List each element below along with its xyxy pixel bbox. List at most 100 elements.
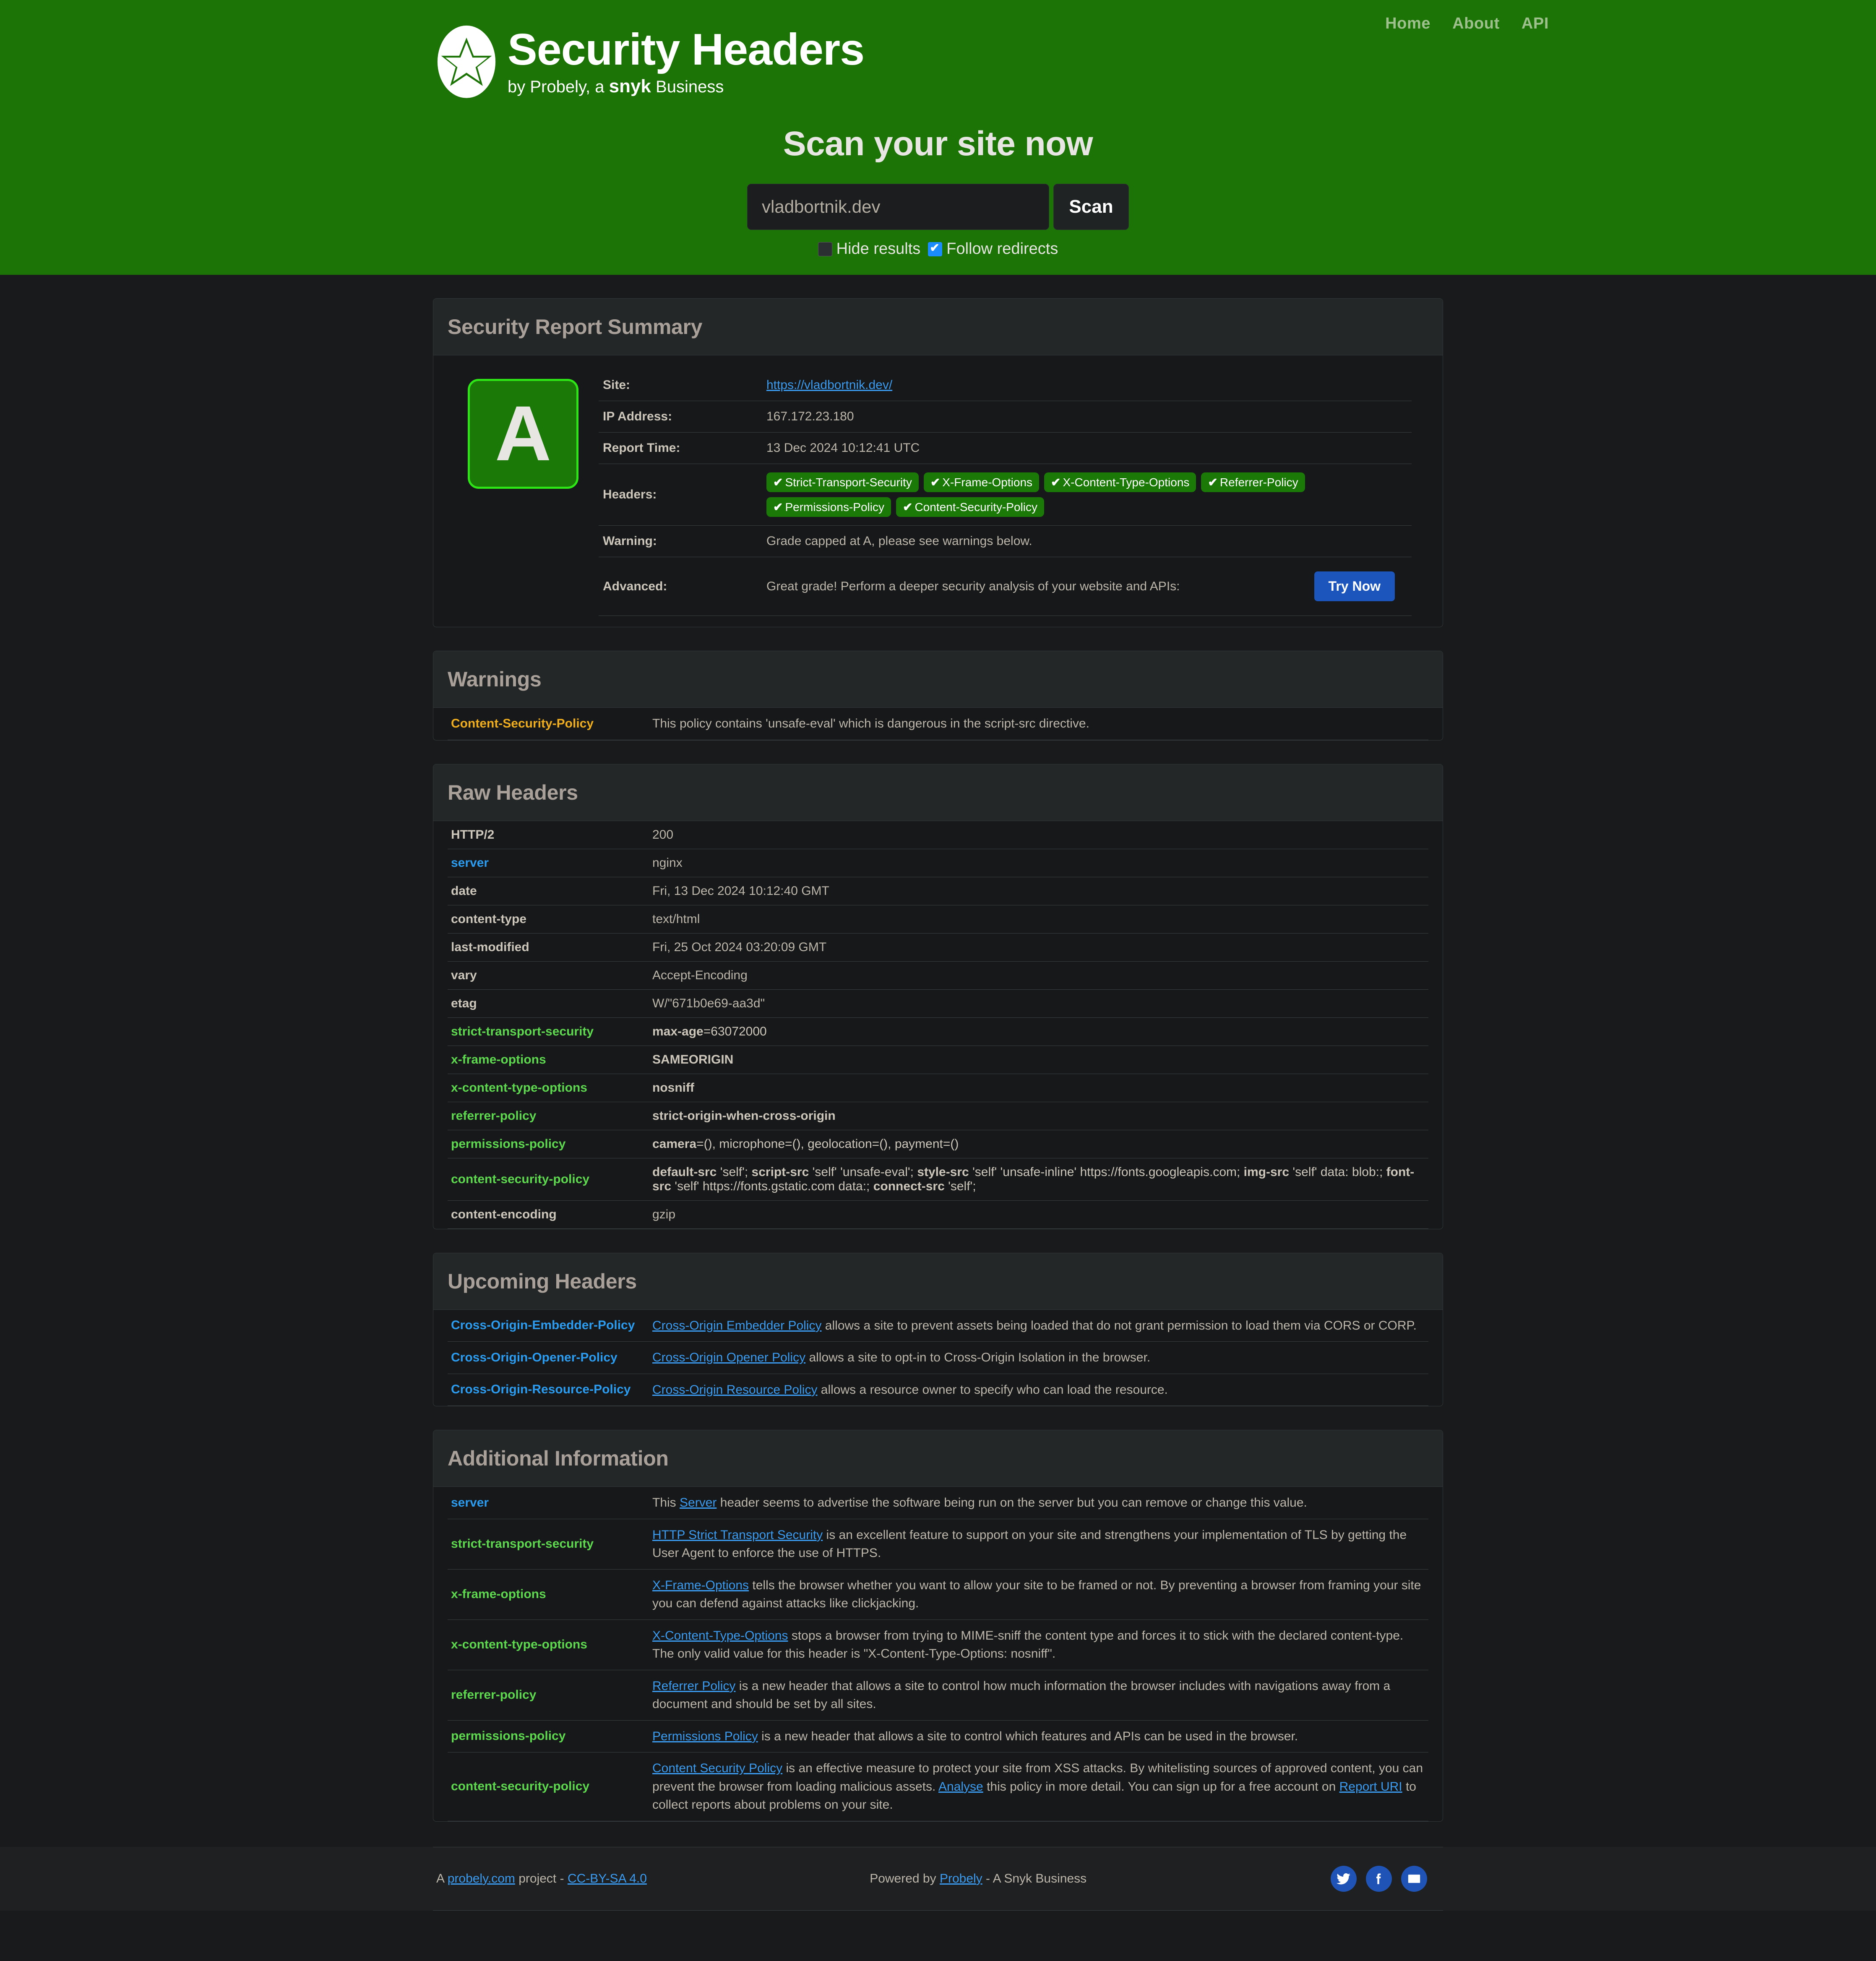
info-description: This Server header seems to advertise th… (652, 1496, 1307, 1510)
raw-header-name: vary (451, 968, 477, 982)
footer-left-mid: project - (515, 1871, 568, 1885)
footer-center-post: - A Snyk Business (982, 1871, 1087, 1885)
value-headers: ✔ Strict-Transport-Security ✔ X-Frame-Optio… (762, 464, 1412, 526)
url-input[interactable] (747, 184, 1049, 230)
info-link[interactable]: HTTP Strict Transport Security (652, 1528, 823, 1542)
upcoming-headers-panel: Upcoming Headers Cross-Origin-Embedder-P… (433, 1252, 1443, 1406)
nav-link-home[interactable]: Home (1385, 15, 1430, 33)
summary-row-ip: IP Address: 167.172.23.180 (599, 401, 1412, 433)
facebook-icon[interactable] (1366, 1865, 1392, 1892)
hide-results-label: Hide results (836, 240, 921, 258)
warnings-panel-header: Warnings (433, 651, 1443, 708)
header-pill: ✔ X-Frame-Options (923, 472, 1040, 492)
nav-link-api[interactable]: API (1522, 15, 1549, 33)
footer-left-pre: A (436, 1871, 448, 1885)
check-icon: ✔ (930, 476, 941, 489)
upcoming-headers-panel-header: Upcoming Headers (433, 1253, 1443, 1310)
follow-redirects-option[interactable]: Follow redirects (928, 240, 1058, 258)
table-row: Cross-Origin-Resource-Policy Cross-Origin… (448, 1374, 1428, 1406)
logo-subtitle: by Probely, a snyk Business (508, 76, 864, 97)
scan-form: Scan (0, 184, 1876, 230)
info-link[interactable]: X-Frame-Options (652, 1578, 749, 1592)
site-url-link[interactable]: https://vladbortnik.dev/ (766, 378, 892, 392)
info-link[interactable]: X-Content-Type-Options (652, 1629, 788, 1643)
try-now-button[interactable]: Try Now (1314, 571, 1395, 601)
check-icon: ✔ (773, 501, 783, 514)
upcoming-header-link[interactable]: Cross-Origin Resource Policy (652, 1383, 817, 1397)
upcoming-header-name: Cross-Origin-Resource-Policy (451, 1382, 631, 1397)
check-icon: ✔ (773, 476, 783, 489)
header-pill: ✔ Referrer-Policy (1201, 472, 1305, 492)
scan-button[interactable]: Scan (1053, 184, 1129, 230)
advanced-text: Great grade! Perform a deeper security a… (766, 579, 1180, 593)
value-advanced: Great grade! Perform a deeper security a… (762, 557, 1412, 616)
raw-header-name: x-content-type-options (451, 1080, 587, 1095)
raw-header-name[interactable]: server (448, 849, 649, 877)
raw-header-value: Fri, 13 Dec 2024 10:12:40 GMT (652, 884, 829, 898)
report-uri-link[interactable]: Report URI (1339, 1780, 1402, 1794)
upcoming-header-description: Cross-Origin Embedder Policy allows a si… (652, 1318, 1417, 1333)
additional-information-panel: Additional Information server This Server… (433, 1430, 1443, 1822)
nav-link-about[interactable]: About (1452, 15, 1500, 33)
license-link[interactable]: CC-BY-SA 4.0 (568, 1872, 647, 1885)
follow-redirects-checkbox[interactable] (928, 241, 943, 256)
upcoming-header-name: Cross-Origin-Opener-Policy (451, 1350, 618, 1364)
table-row: referrer-policy Referrer Policy is a new … (448, 1670, 1428, 1720)
table-row: content-security-policy Content Security … (448, 1752, 1428, 1821)
footer-left: A probely.com project - CC-BY-SA 4.0 (436, 1872, 777, 1886)
summary-row-site: Site: https://vladbortnik.dev/ (599, 370, 1412, 401)
info-link[interactable]: Content Security Policy (652, 1761, 782, 1775)
upcoming-headers-panel-title: Upcoming Headers (448, 1269, 637, 1293)
twitter-icon[interactable] (1331, 1865, 1357, 1892)
table-row: etag W/"671b0e69-aa3d" (448, 989, 1428, 1017)
info-header-name: strict-transport-security (451, 1537, 594, 1551)
warnings-panel: Warnings Content-Security-Policy This pol… (433, 651, 1443, 741)
header-pill: ✔ Content-Security-Policy (896, 497, 1044, 517)
footer-center: Powered by Probely - A Snyk Business (777, 1872, 1179, 1886)
analyse-link[interactable]: Analyse (938, 1780, 983, 1794)
label-ip-address: IP Address: (603, 409, 672, 423)
info-link[interactable]: Permissions Policy (652, 1729, 758, 1743)
summary-panel-body: A Site: https://vladbortnik.dev/ IP Addr… (433, 355, 1443, 627)
header-pill: ✔ X-Content-Type-Options (1044, 472, 1196, 492)
mail-icon[interactable] (1401, 1865, 1427, 1892)
page-title: Scan your site now (783, 125, 1093, 163)
table-row: permissions-policy camera=(), microphone=… (448, 1130, 1428, 1158)
hide-results-checkbox[interactable] (818, 242, 832, 256)
raw-header-name: etag (451, 996, 477, 1010)
check-icon: ✔ (1051, 476, 1061, 489)
table-row: x-content-type-options nosniff (448, 1074, 1428, 1102)
info-description: Referrer Policy is a new header that all… (652, 1679, 1391, 1711)
raw-header-name: HTTP/2 (451, 827, 495, 842)
probely-link[interactable]: Probely (940, 1872, 982, 1885)
raw-header-value: default-src 'self'; script-src 'self' 'u… (652, 1165, 1415, 1193)
info-header-name: permissions-policy (451, 1729, 566, 1743)
site-logo[interactable]: Security Headers by Probely, a snyk Busi… (436, 24, 1876, 100)
raw-header-value: nosniff (652, 1080, 694, 1095)
probely-com-link[interactable]: probely.com (448, 1872, 515, 1885)
warnings-panel-title: Warnings (448, 668, 542, 691)
footer-social-links (1179, 1865, 1440, 1892)
upcoming-header-link[interactable]: Cross-Origin Opener Policy (652, 1351, 805, 1364)
table-row: last-modified Fri, 25 Oct 2024 03:20:09 G… (448, 933, 1428, 961)
summary-row-warning: Warning: Grade capped at A, please see w… (599, 526, 1412, 557)
site-header: Home About API Security Headers by Probe… (0, 0, 1876, 275)
raw-header-value: camera=(), microphone=(), geolocation=()… (652, 1137, 959, 1151)
check-icon: ✔ (902, 501, 913, 514)
raw-header-value: strict-origin-when-cross-origin (652, 1108, 836, 1123)
info-header-name: x-content-type-options (451, 1638, 587, 1651)
logo-title: Security Headers (508, 25, 865, 74)
report-body: Security Report Summary A Site: https://… (0, 275, 1876, 1961)
raw-headers-panel-body: HTTP/2 200 server nginx date Fri, 13 Dec 2024… (433, 821, 1443, 1229)
table-row: x-frame-options X-Frame-Options tells the… (448, 1569, 1428, 1619)
info-link[interactable]: Referrer Policy (652, 1679, 735, 1693)
upcoming-header-link[interactable]: Cross-Origin Embedder Policy (652, 1319, 821, 1333)
summary-row-advanced: Advanced: Great grade! Perform a deeper … (599, 557, 1412, 616)
hide-results-option[interactable]: Hide results (818, 240, 921, 258)
raw-header-name: content-security-policy (451, 1172, 590, 1186)
raw-header-value: 200 (652, 827, 674, 842)
summary-row-time: Report Time: 13 Dec 2024 10:12:41 UTC (599, 433, 1412, 464)
raw-header-name: last-modified (451, 940, 529, 954)
logo-sub-post: Business (651, 78, 724, 96)
info-link[interactable]: Server (680, 1496, 717, 1510)
